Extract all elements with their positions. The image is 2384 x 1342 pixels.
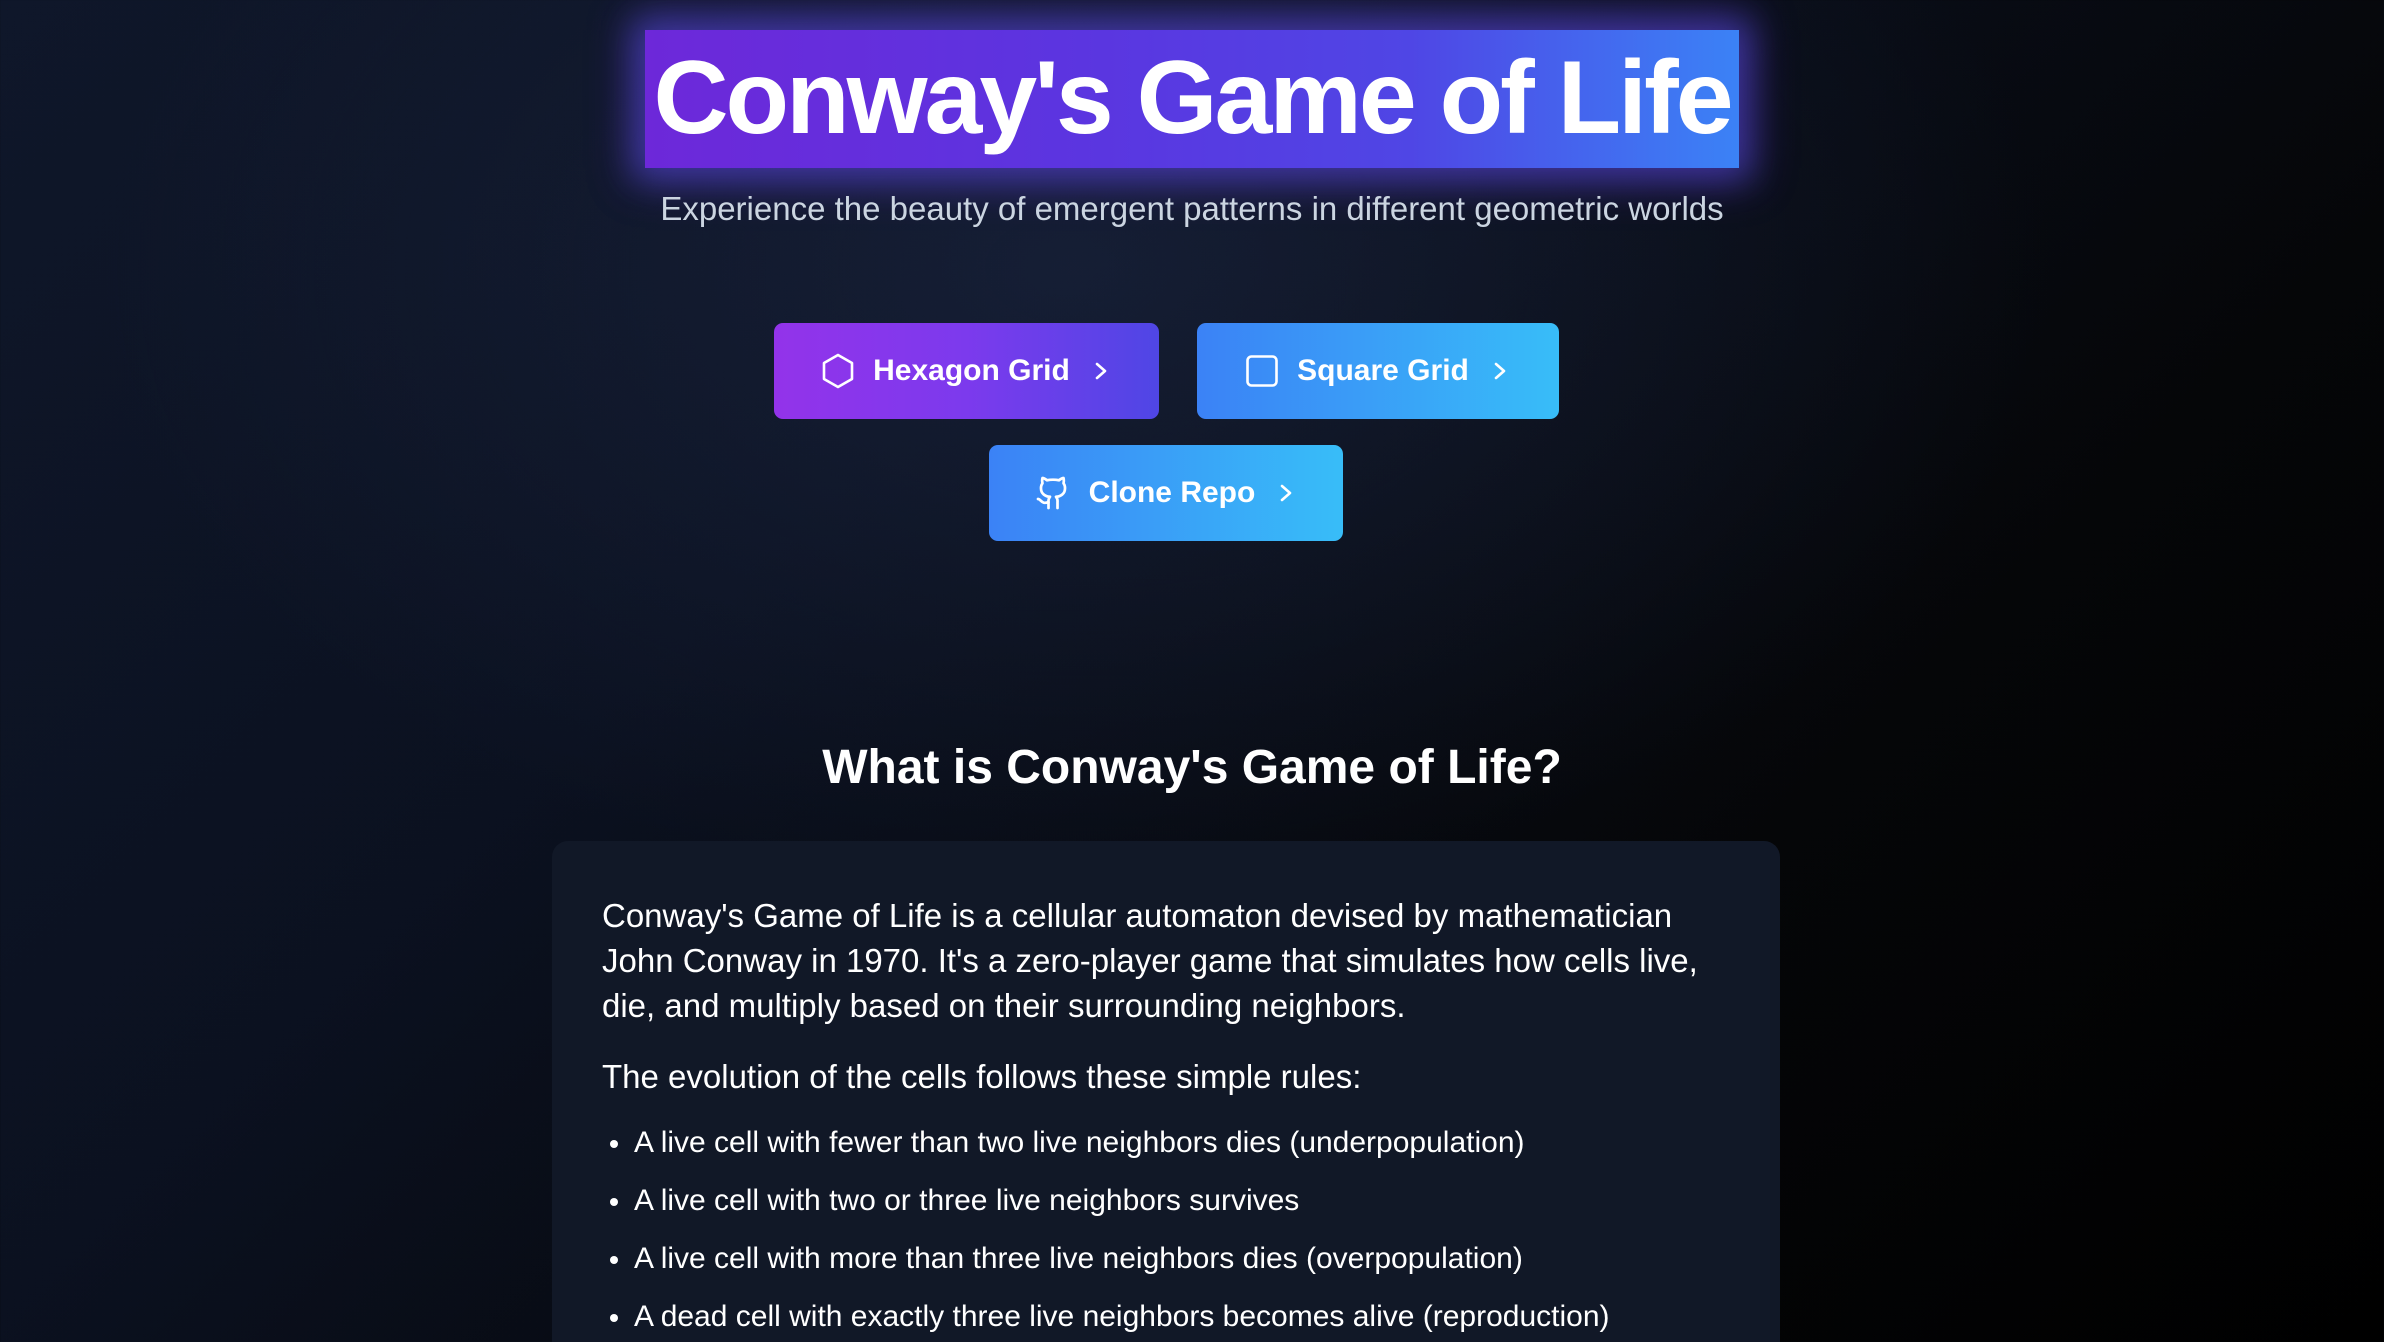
clone-repo-label: Clone Repo (1088, 476, 1256, 509)
hexagon-grid-label: Hexagon Grid (873, 354, 1070, 387)
list-item: A live cell with two or three live neigh… (602, 1181, 1730, 1221)
chevron-right-icon (1275, 481, 1297, 505)
list-item: A dead cell with exactly three live neig… (602, 1297, 1730, 1337)
page-subtitle: Experience the beauty of emergent patter… (660, 190, 1724, 227)
list-item: A live cell with more than three live ne… (602, 1239, 1730, 1279)
about-intro: Conway's Game of Life is a cellular auto… (602, 897, 1698, 1024)
list-item: A live cell with fewer than two live nei… (602, 1123, 1730, 1163)
clone-repo-button[interactable]: Clone Repo (989, 445, 1343, 541)
rules-list: A live cell with fewer than two live nei… (602, 1123, 1730, 1337)
page: Conway's Game of Life Experience the bea… (0, 0, 2384, 1342)
about-heading: What is Conway's Game of Life? (822, 741, 1562, 794)
about-card: Conway's Game of Life is a cellular auto… (552, 841, 1780, 1342)
title-wrap: Conway's Game of Life (0, 30, 2384, 168)
hexagon-grid-button[interactable]: Hexagon Grid (774, 323, 1159, 419)
square-grid-button[interactable]: Square Grid (1197, 323, 1559, 419)
hexagon-icon (821, 353, 855, 389)
github-icon (1035, 474, 1071, 512)
square-grid-label: Square Grid (1297, 354, 1469, 387)
square-icon (1245, 354, 1279, 388)
chevron-right-icon (1489, 359, 1511, 383)
page-title: Conway's Game of Life (645, 30, 1739, 168)
chevron-right-icon (1090, 359, 1112, 383)
rules-lead: The evolution of the cells follows these… (602, 1058, 1362, 1095)
